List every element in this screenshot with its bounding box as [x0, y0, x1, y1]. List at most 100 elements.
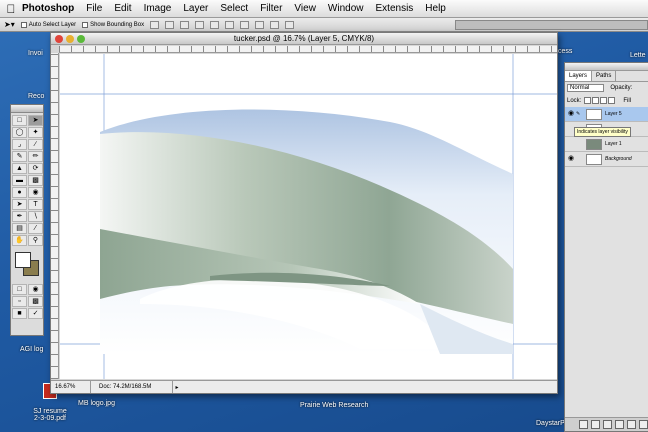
new-layer-icon[interactable]	[627, 420, 636, 429]
tools-palette-titlebar[interactable]	[11, 105, 43, 113]
pen-tool-icon[interactable]: ✒	[12, 211, 27, 222]
desktop-icon-prairie-web[interactable]: Prairie Web Research	[300, 402, 368, 409]
desktop-icon-mb-logo[interactable]: MB logo.jpg	[78, 400, 115, 407]
menu-image[interactable]: Image	[144, 3, 172, 14]
apple-icon[interactable]: 	[0, 2, 22, 16]
gradient-tool-icon[interactable]: ▩	[28, 175, 43, 186]
lock-position-icon[interactable]	[600, 97, 608, 104]
menu-extensis[interactable]: Extensis	[376, 3, 414, 14]
quick-mask-icon[interactable]: ◉	[28, 284, 43, 295]
layer-style-icon[interactable]	[579, 420, 588, 429]
lock-row: Lock: Fill	[567, 97, 648, 104]
move-tool-icon[interactable]: ➤	[28, 115, 43, 126]
lock-transparency-icon[interactable]	[584, 97, 592, 104]
zoom-level[interactable]: 16.67%	[51, 381, 91, 393]
bounding-box-checkbox[interactable]: Show Bounding Box	[82, 21, 145, 28]
brush-tool-icon[interactable]: ✏	[28, 151, 43, 162]
tab-paths[interactable]: Paths	[592, 71, 617, 81]
lock-paint-icon[interactable]	[592, 97, 600, 104]
foreground-color-swatch[interactable]	[15, 252, 31, 268]
hand-tool-icon[interactable]: ✋	[12, 235, 27, 246]
magic-wand-tool-icon[interactable]: ✦	[28, 127, 43, 138]
desktop-icon-invoice[interactable]: Invoi	[28, 50, 43, 57]
move-tool-preset-icon[interactable]: ➤▾	[4, 20, 15, 29]
desktop-icon-cess[interactable]: cess	[558, 48, 572, 55]
document-canvas[interactable]	[60, 54, 557, 379]
type-tool-icon[interactable]: T	[28, 199, 43, 210]
distribute-button-4[interactable]	[285, 20, 295, 29]
crop-tool-icon[interactable]: ⌟	[12, 139, 27, 150]
app-name[interactable]: Photoshop	[22, 3, 74, 14]
menu-filter[interactable]: Filter	[260, 3, 282, 14]
status-menu-arrow-icon[interactable]: ▸	[173, 384, 181, 391]
jump-to-imageready-icon[interactable]: ✓	[28, 308, 43, 319]
eye-icon[interactable]	[568, 140, 576, 148]
standard-mode-icon[interactable]: □	[12, 284, 27, 295]
auto-select-checkbox[interactable]: Auto Select Layer	[20, 21, 76, 28]
lock-label: Lock:	[567, 97, 582, 104]
align-right-button[interactable]	[225, 20, 235, 29]
desktop-icon-agi-logo[interactable]: AGI log	[20, 346, 43, 353]
document-titlebar[interactable]: tucker.psd @ 16.7% (Layer 5, CMYK/8)	[51, 33, 557, 45]
menu-help[interactable]: Help	[425, 3, 446, 14]
dodge-tool-icon[interactable]: ◉	[28, 187, 43, 198]
layers-palette-titlebar[interactable]	[565, 63, 648, 71]
trash-icon[interactable]	[639, 420, 648, 429]
desktop-icon-letter[interactable]: Lette	[630, 52, 646, 59]
adjustment-layer-icon[interactable]	[615, 420, 624, 429]
menu-window[interactable]: Window	[328, 3, 364, 14]
slice-tool-icon[interactable]: ∕	[28, 139, 43, 150]
lock-all-icon[interactable]	[608, 97, 616, 104]
layer-row[interactable]: ◉ Background	[565, 152, 648, 167]
eye-icon[interactable]: ◉	[568, 110, 576, 118]
menu-file[interactable]: File	[86, 3, 102, 14]
healing-brush-tool-icon[interactable]: ✎	[12, 151, 27, 162]
fill-label: Fill	[623, 97, 632, 104]
screen-mode-3-icon[interactable]: ■	[12, 308, 27, 319]
eraser-tool-icon[interactable]: ▬	[12, 175, 27, 186]
zoom-tool-icon[interactable]: ⚲	[28, 235, 43, 246]
lasso-tool-icon[interactable]: ◯	[12, 127, 27, 138]
distribute-button-3[interactable]	[270, 20, 280, 29]
bounding-box-label: Show Bounding Box	[90, 21, 145, 28]
stamp-tool-icon[interactable]: ▲	[12, 163, 27, 174]
eyedropper-tool-icon[interactable]: ⁄	[28, 223, 43, 234]
path-selection-tool-icon[interactable]: ➤	[12, 199, 27, 210]
align-middle-button[interactable]	[165, 20, 175, 29]
align-center-button[interactable]	[210, 20, 220, 29]
blend-mode-select[interactable]: Normal	[567, 84, 605, 92]
notes-tool-icon[interactable]: ▤	[12, 223, 27, 234]
zoom-window-icon[interactable]	[77, 35, 85, 43]
desktop-icon-reco[interactable]: Reco	[28, 93, 44, 100]
screen-mode-2-icon[interactable]: ▩	[28, 296, 43, 307]
history-brush-tool-icon[interactable]: ⟳	[28, 163, 43, 174]
minimize-window-icon[interactable]	[66, 35, 74, 43]
distribute-button-2[interactable]	[255, 20, 265, 29]
close-window-icon[interactable]	[55, 35, 63, 43]
layers-bottom-bar	[565, 417, 648, 431]
brush-link-icon[interactable]: ✎	[576, 111, 583, 117]
menu-layer[interactable]: Layer	[183, 3, 208, 14]
menu-select[interactable]: Select	[220, 3, 248, 14]
layer-name: Layer 5	[605, 111, 622, 117]
horizontal-ruler[interactable]	[59, 46, 557, 53]
align-bottom-button[interactable]	[180, 20, 190, 29]
layer-row[interactable]: Layer 1	[565, 137, 648, 152]
layer-mask-icon[interactable]	[591, 420, 600, 429]
layer-thumbnail	[586, 108, 602, 120]
screen-mode-1-icon[interactable]: ▫	[12, 296, 27, 307]
distribute-button-1[interactable]	[240, 20, 250, 29]
blur-tool-icon[interactable]: ●	[12, 187, 27, 198]
marquee-tool-icon[interactable]: □	[12, 115, 27, 126]
tab-layers[interactable]: Layers	[565, 71, 593, 81]
align-top-button[interactable]	[150, 20, 160, 29]
new-set-icon[interactable]	[603, 420, 612, 429]
vertical-ruler[interactable]	[51, 53, 59, 379]
menu-edit[interactable]: Edit	[114, 3, 131, 14]
line-tool-icon[interactable]: ∖	[28, 211, 43, 222]
menu-view[interactable]: View	[294, 3, 316, 14]
align-left-button[interactable]	[195, 20, 205, 29]
eye-icon[interactable]: ◉	[568, 155, 576, 163]
layer-row[interactable]: ◉ ✎ Layer 5	[565, 107, 648, 122]
color-swatches[interactable]	[13, 250, 41, 280]
